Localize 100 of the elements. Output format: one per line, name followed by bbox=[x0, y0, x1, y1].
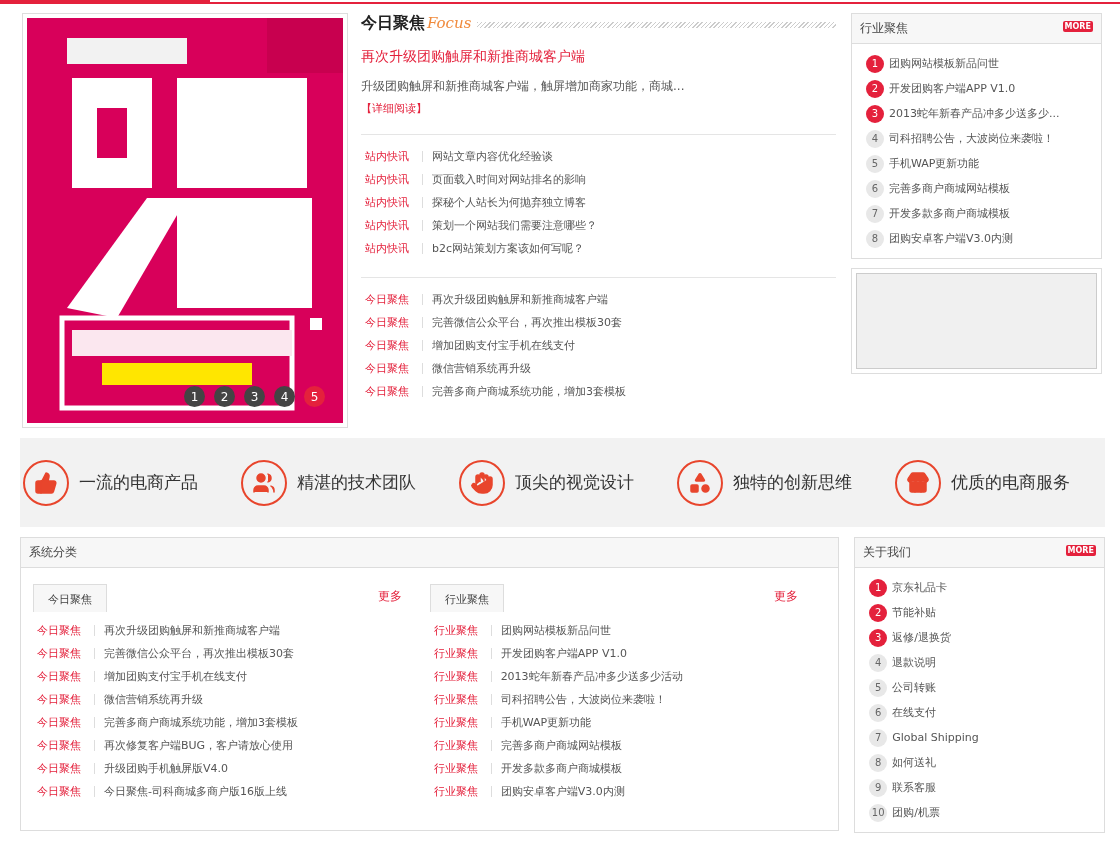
list-link[interactable]: 司科招聘公告，大波岗位来袭啦！ bbox=[889, 131, 1054, 146]
hand-icon bbox=[459, 459, 505, 506]
category-tag[interactable]: 今日聚焦 bbox=[37, 715, 91, 730]
list-link[interactable]: 如何送礼 bbox=[892, 755, 937, 770]
category-tag[interactable]: 今日聚焦 bbox=[37, 692, 91, 707]
category-tag[interactable]: 行业聚焦 bbox=[433, 623, 488, 638]
shapes-icon bbox=[677, 459, 723, 506]
news-link[interactable]: 再次修复客户端BUG，客户请放心使用 bbox=[104, 738, 294, 753]
feature-label: 顶尖的视觉设计 bbox=[515, 471, 634, 494]
news-link[interactable]: 开发团购客户端APP V1.0 bbox=[500, 646, 627, 661]
category-tag[interactable]: 今日聚焦 bbox=[365, 292, 419, 307]
news-link[interactable]: 增加团购支付宝手机在线支付 bbox=[104, 669, 247, 684]
feature-label: 一流的电商产品 bbox=[79, 471, 198, 494]
news-link[interactable]: 完善多商户商城网站模板 bbox=[500, 738, 622, 753]
category-tag[interactable]: 今日聚焦 bbox=[37, 784, 91, 799]
news-link[interactable]: 增加团购支付宝手机在线支付 bbox=[432, 338, 575, 353]
category-tag[interactable]: 今日聚焦 bbox=[37, 623, 91, 638]
panel-title: 关于我们 bbox=[863, 544, 912, 561]
more-link[interactable]: MORE bbox=[1065, 545, 1096, 556]
category-tag[interactable]: 站内快讯 bbox=[365, 172, 419, 187]
list-link[interactable]: 在线支付 bbox=[892, 705, 937, 720]
list-link[interactable]: 开发团购客户端APP V1.0 bbox=[889, 81, 1016, 96]
category-tag[interactable]: 今日聚焦 bbox=[365, 384, 419, 399]
news-link[interactable]: 微信营销系统再升级 bbox=[432, 361, 531, 376]
category-tag[interactable]: 今日聚焦 bbox=[37, 669, 91, 684]
rank-badge: 5 bbox=[869, 678, 888, 697]
category-tag[interactable]: 行业聚焦 bbox=[433, 761, 488, 776]
category-tag[interactable]: 今日聚焦 bbox=[37, 761, 91, 776]
news-link[interactable]: 司科招聘公告，大波岗位来袭啦！ bbox=[500, 692, 666, 707]
news-link[interactable]: 手机WAP更新功能 bbox=[500, 715, 592, 730]
more-link[interactable]: 更多 bbox=[774, 588, 799, 605]
list-link[interactable]: 团购/机票 bbox=[892, 805, 940, 820]
rank-badge: 3 bbox=[866, 104, 884, 123]
list-link[interactable]: 手机WAP更新功能 bbox=[889, 156, 980, 171]
news-link[interactable]: b2c网站策划方案该如何写呢？ bbox=[432, 241, 585, 256]
category-tag[interactable]: 站内快讯 bbox=[365, 241, 419, 256]
news-link[interactable]: 升级团购手机触屏版V4.0 bbox=[104, 761, 229, 776]
rank-badge: 5 bbox=[866, 154, 884, 173]
rank-badge: 8 bbox=[869, 753, 888, 772]
news-link[interactable]: 今日聚焦-司科商城多商户版16版上线 bbox=[104, 784, 287, 799]
feature-label: 优质的电商服务 bbox=[951, 471, 1070, 494]
people-icon bbox=[241, 459, 287, 506]
news-link[interactable]: 完善微信公众平台，再次推出模板30套 bbox=[104, 646, 294, 661]
more-link[interactable]: MORE bbox=[1062, 21, 1093, 32]
section-title: 今日聚焦 bbox=[361, 13, 425, 34]
tab[interactable]: 行业聚焦 bbox=[429, 584, 504, 612]
list-link[interactable]: 退款说明 bbox=[892, 655, 937, 670]
category-tag[interactable]: 行业聚焦 bbox=[433, 715, 488, 730]
list-link[interactable]: 开发多款多商户商城模板 bbox=[889, 206, 1010, 221]
news-link[interactable]: 完善多商户商城系统功能，增加3套模板 bbox=[104, 715, 298, 730]
category-tag[interactable]: 今日聚焦 bbox=[37, 738, 91, 753]
news-link[interactable]: 微信营销系统再升级 bbox=[104, 692, 203, 707]
list-link[interactable]: 团购安卓客户端V3.0内测 bbox=[889, 231, 1014, 246]
rank-badge: 4 bbox=[866, 129, 884, 148]
rank-badge: 8 bbox=[866, 229, 884, 248]
headline-link[interactable]: 再次升级团购触屏和新推商城客户端 bbox=[361, 48, 836, 66]
category-tag[interactable]: 今日聚焦 bbox=[37, 646, 91, 661]
category-tag[interactable]: 今日聚焦 bbox=[365, 361, 419, 376]
list-link[interactable]: 联系客服 bbox=[892, 780, 937, 795]
news-link[interactable]: 策划一个网站我们需要注意哪些？ bbox=[432, 218, 597, 233]
news-link[interactable]: 团购网站模板新品问世 bbox=[500, 623, 611, 638]
list-link[interactable]: 节能补贴 bbox=[892, 605, 937, 620]
category-tag[interactable]: 行业聚焦 bbox=[433, 692, 488, 707]
category-tag[interactable]: 今日聚焦 bbox=[365, 315, 419, 330]
news-link[interactable]: 团购安卓客户端V3.0内测 bbox=[500, 784, 625, 799]
category-tag[interactable]: 行业聚焦 bbox=[433, 669, 488, 684]
news-link[interactable]: 网站文章内容优化经验谈 bbox=[432, 149, 553, 164]
rank-badge: 6 bbox=[869, 703, 888, 722]
list-link[interactable]: Global Shipping bbox=[892, 731, 979, 744]
tab[interactable]: 今日聚焦 bbox=[33, 584, 107, 612]
news-link[interactable]: 完善多商户商城系统功能，增加3套模板 bbox=[432, 384, 626, 399]
rank-badge: 2 bbox=[869, 603, 888, 622]
panel-title: 系统分类 bbox=[29, 544, 77, 561]
category-tag[interactable]: 站内快讯 bbox=[365, 195, 419, 210]
list-link[interactable]: 公司转账 bbox=[892, 680, 937, 695]
list-link[interactable]: 完善多商户商城网站模板 bbox=[889, 181, 1010, 196]
list-link[interactable]: 京东礼品卡 bbox=[892, 580, 948, 595]
category-tag[interactable]: 站内快讯 bbox=[365, 149, 419, 164]
rank-badge: 6 bbox=[866, 179, 884, 198]
rank-badge: 9 bbox=[869, 778, 888, 797]
news-link[interactable]: 完善微信公众平台，再次推出模板30套 bbox=[432, 315, 622, 330]
list-link[interactable]: 2013蛇年新春产品冲多少送多少... bbox=[889, 106, 1060, 121]
panel-title: 行业聚焦 bbox=[860, 20, 908, 37]
more-link[interactable]: 更多 bbox=[377, 588, 402, 605]
category-tag[interactable]: 行业聚焦 bbox=[433, 738, 488, 753]
category-tag[interactable]: 行业聚焦 bbox=[433, 784, 488, 799]
rank-badge: 10 bbox=[869, 803, 888, 822]
news-link[interactable]: 探秘个人站长为何抛弃独立博客 bbox=[432, 195, 586, 210]
feature-label: 精湛的技术团队 bbox=[297, 471, 416, 494]
category-tag[interactable]: 行业聚焦 bbox=[433, 646, 488, 661]
news-link[interactable]: 再次升级团购触屏和新推商城客户端 bbox=[104, 623, 280, 638]
category-tag[interactable]: 站内快讯 bbox=[365, 218, 419, 233]
news-link[interactable]: 页面载入时间对网站排名的影响 bbox=[432, 172, 586, 187]
list-link[interactable]: 团购网站模板新品问世 bbox=[889, 56, 999, 71]
news-link[interactable]: 2013蛇年新春产品冲多少送多少活动 bbox=[500, 669, 683, 684]
list-link[interactable]: 返修/退换货 bbox=[892, 630, 951, 645]
news-link[interactable]: 再次升级团购触屏和新推商城客户端 bbox=[432, 292, 608, 307]
news-link[interactable]: 开发多款多商户商城模板 bbox=[500, 761, 622, 776]
read-more-link[interactable]: 【详细阅读】 bbox=[361, 101, 427, 116]
category-tag[interactable]: 今日聚焦 bbox=[365, 338, 419, 353]
